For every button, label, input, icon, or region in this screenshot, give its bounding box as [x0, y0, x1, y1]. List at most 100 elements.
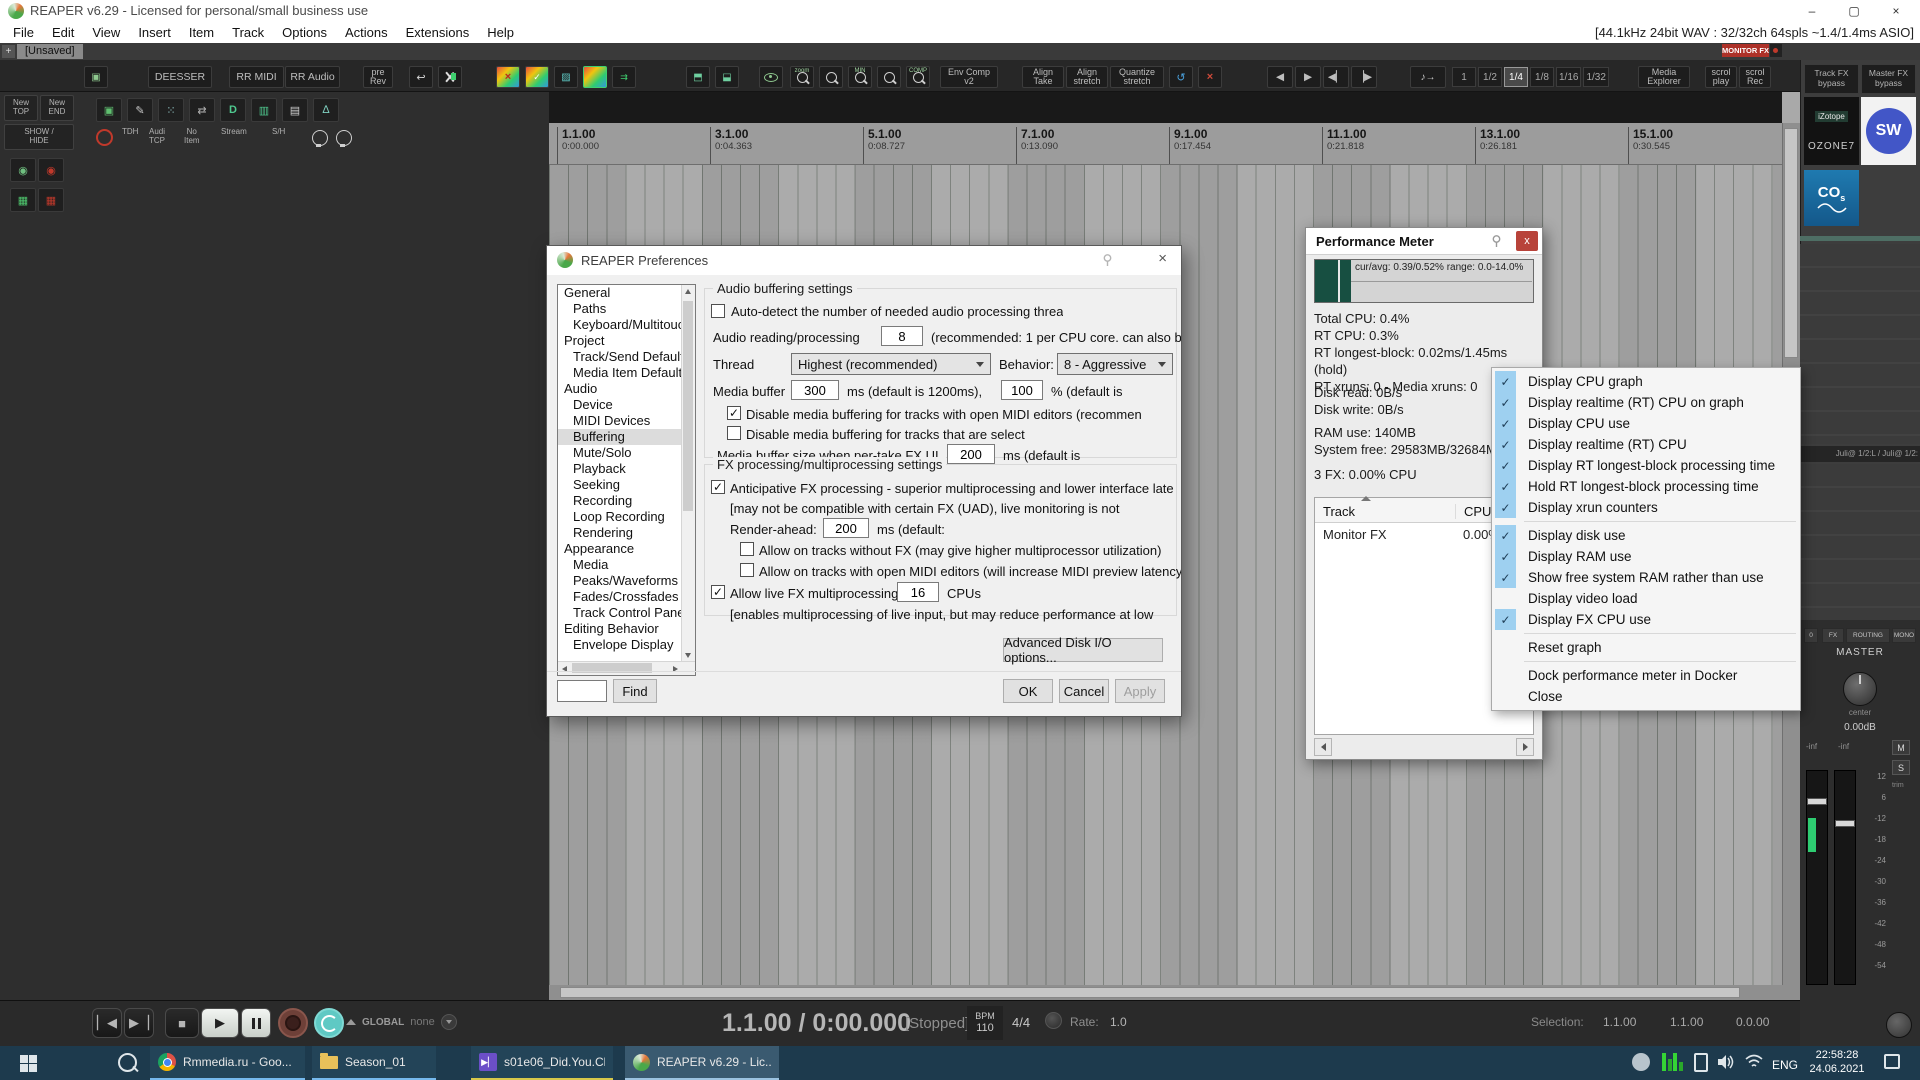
toolbar-mouse-icon[interactable]: ▣ [84, 66, 108, 88]
anticipative-fx-checkbox[interactable] [711, 480, 725, 494]
tree-item[interactable]: Envelope Display [558, 637, 682, 653]
track-dots-icon[interactable]: ⁙ [158, 98, 184, 122]
pre-rev-button[interactable]: preRev [363, 66, 393, 88]
context-menu-item[interactable]: Dock performance meter in Docker [1492, 665, 1800, 686]
ok-button[interactable]: OK [1003, 679, 1053, 703]
menu-item[interactable]: Track [223, 23, 273, 42]
track-paint-icon[interactable]: ▣ [96, 98, 122, 122]
cos-plugin-icon[interactable]: COs [1804, 170, 1859, 226]
track-stripes-icon[interactable]: ▤ [282, 98, 308, 122]
allow-midi-label[interactable]: Allow on tracks with open MIDI editors (… [759, 564, 1182, 579]
allow-live-fx-input[interactable] [897, 582, 939, 602]
start-button[interactable] [20, 1055, 37, 1072]
tray-network-icon[interactable] [1744, 1053, 1764, 1076]
bulb-off-icon[interactable] [336, 130, 352, 146]
disable-buffering-selected-label[interactable]: Disable media buffering for tracks that … [746, 427, 1025, 442]
cancel-button[interactable]: Cancel [1059, 679, 1109, 703]
context-menu-item[interactable]: Display RAM use [1492, 546, 1800, 567]
notification-center-icon[interactable] [1884, 1054, 1900, 1069]
minimize-button[interactable]: – [1790, 0, 1834, 22]
context-menu-item[interactable]: Close [1492, 686, 1800, 707]
horizontal-scrollbar-thumb[interactable] [560, 987, 1740, 998]
repeat-button[interactable] [314, 1008, 344, 1038]
undo-envelope-icon[interactable]: ↩ [409, 66, 433, 88]
tree-item[interactable]: Media Item Defaults [558, 365, 682, 381]
audio-format-status[interactable]: [44.1kHz 24bit WAV : 32/32ch 64spls ~1.4… [1595, 25, 1914, 40]
disable-buffering-midi-label[interactable]: Disable media buffering for tracks with … [746, 407, 1142, 422]
sort-arrow-icon[interactable] [1361, 496, 1371, 501]
zoom-out-icon[interactable] [819, 66, 843, 88]
tree-item[interactable]: Track/Send Defaults [558, 349, 682, 365]
taskbar-reaper[interactable]: REAPER v6.29 - Lic... [625, 1046, 779, 1080]
behavior-dropdown[interactable]: 8 - Aggressive [1057, 353, 1173, 375]
menu-item[interactable]: Item [180, 23, 223, 42]
menu-item[interactable]: Options [273, 23, 336, 42]
nav-prev-marker-button[interactable]: ◀ [1267, 66, 1293, 88]
menu-item[interactable]: Help [478, 23, 523, 42]
selection-start[interactable]: 1.1.00 [1603, 1015, 1636, 1029]
track-bars-icon[interactable]: ▥ [251, 98, 277, 122]
play-button[interactable]: ▶ [201, 1008, 239, 1038]
izotope-ozone-plugin-icon[interactable]: iZotope OZONE7 [1804, 97, 1859, 165]
close-icon[interactable]: × [1158, 250, 1167, 267]
grid-division-button[interactable]: 1 [1452, 67, 1476, 87]
tree-item[interactable]: Track Control Panels [558, 605, 682, 621]
apply-button[interactable]: Apply [1115, 679, 1165, 703]
grid-green-icon[interactable]: ▦ [10, 188, 36, 212]
allow-live-fx-label[interactable]: Allow live FX multiprocessing c [730, 586, 908, 601]
vertical-scrollbar-thumb[interactable] [1784, 128, 1798, 358]
context-menu-item[interactable] [1492, 658, 1800, 665]
scroll-up-icon[interactable] [685, 289, 691, 294]
allow-midi-checkbox[interactable] [740, 563, 754, 577]
tree-item[interactable]: Audio [558, 381, 682, 397]
master-mute-button[interactable]: M [1892, 740, 1910, 755]
tree-item[interactable]: Editing Behavior [558, 621, 682, 637]
nav-next-marker-button[interactable]: ▶ [1295, 66, 1321, 88]
bulb-on-icon[interactable] [312, 130, 328, 146]
track-tool-label[interactable]: TDH [122, 128, 138, 137]
selection-end[interactable]: 1.1.00 [1670, 1015, 1703, 1029]
performance-meter-titlebar[interactable]: Performance Meter x [1306, 228, 1542, 255]
context-menu-item[interactable] [1492, 630, 1800, 637]
tree-item[interactable]: Seeking [558, 477, 682, 493]
nav-prev-edge-button[interactable]: ◀▏ [1323, 66, 1349, 88]
master-fx-bypass-button[interactable]: Master FXbypass [1861, 64, 1916, 94]
tray-speaker-icon[interactable] [1716, 1053, 1736, 1076]
taskbar-chrome[interactable]: Rmmedia.ru - Goo... [150, 1046, 305, 1080]
tree-item[interactable]: Keyboard/Multitouch [558, 317, 682, 333]
pin-icon[interactable] [1489, 234, 1504, 249]
context-menu-item[interactable] [1492, 518, 1800, 525]
paint-take-color-icon[interactable]: ▨ [554, 66, 578, 88]
tree-item[interactable]: Playback [558, 461, 682, 477]
track-tool-label[interactable]: S/H [272, 128, 285, 137]
auto-detect-checkbox[interactable] [711, 304, 725, 318]
tree-item[interactable]: Project [558, 333, 682, 349]
master-bottom-knob[interactable] [1886, 1012, 1912, 1038]
pertake-input[interactable] [947, 444, 995, 464]
tree-item[interactable]: MIDI Devices [558, 413, 682, 429]
track-pencil-icon[interactable]: ✎ [127, 98, 153, 122]
paint-item-color-icon[interactable]: ✓ [525, 66, 549, 88]
rate-value[interactable]: 1.0 [1110, 1015, 1127, 1029]
tree-item[interactable]: Rendering [558, 525, 682, 541]
menu-item[interactable]: Extensions [397, 23, 479, 42]
pin-icon[interactable] [1100, 253, 1115, 268]
rate-knob[interactable] [1045, 1012, 1062, 1029]
maximize-button[interactable]: ▢ [1832, 0, 1876, 22]
zoom-min-icon[interactable]: MIN [848, 66, 872, 88]
master-width-button[interactable]: 0 [1804, 628, 1818, 643]
empty-fx-slots-2[interactable] [1800, 464, 1920, 620]
tree-vscrollbar[interactable] [681, 285, 695, 675]
track-tool-label[interactable]: AudiTCP [149, 128, 165, 146]
disable-buffering-selected-checkbox[interactable] [727, 426, 741, 440]
zoom-in-icon[interactable]: zoom [790, 66, 814, 88]
context-menu-item[interactable]: Display realtime (RT) CPU on graph [1492, 392, 1800, 413]
disable-buffering-midi-checkbox[interactable] [727, 406, 741, 420]
close-icon[interactable]: x [1516, 231, 1538, 251]
tree-item[interactable]: Buffering [558, 429, 682, 445]
auto-detect-label[interactable]: Auto-detect the number of needed audio p… [731, 304, 1063, 319]
selection-length[interactable]: 0.0.00 [1736, 1015, 1769, 1029]
go-to-end-button[interactable]: ▶▕ [124, 1008, 154, 1038]
context-menu-item[interactable]: Show free system RAM rather than use [1492, 567, 1800, 588]
timeline-ruler[interactable]: 1.1.00 0:00.000 3.1.00 0:04.363 5.1.00 0… [549, 123, 1782, 165]
